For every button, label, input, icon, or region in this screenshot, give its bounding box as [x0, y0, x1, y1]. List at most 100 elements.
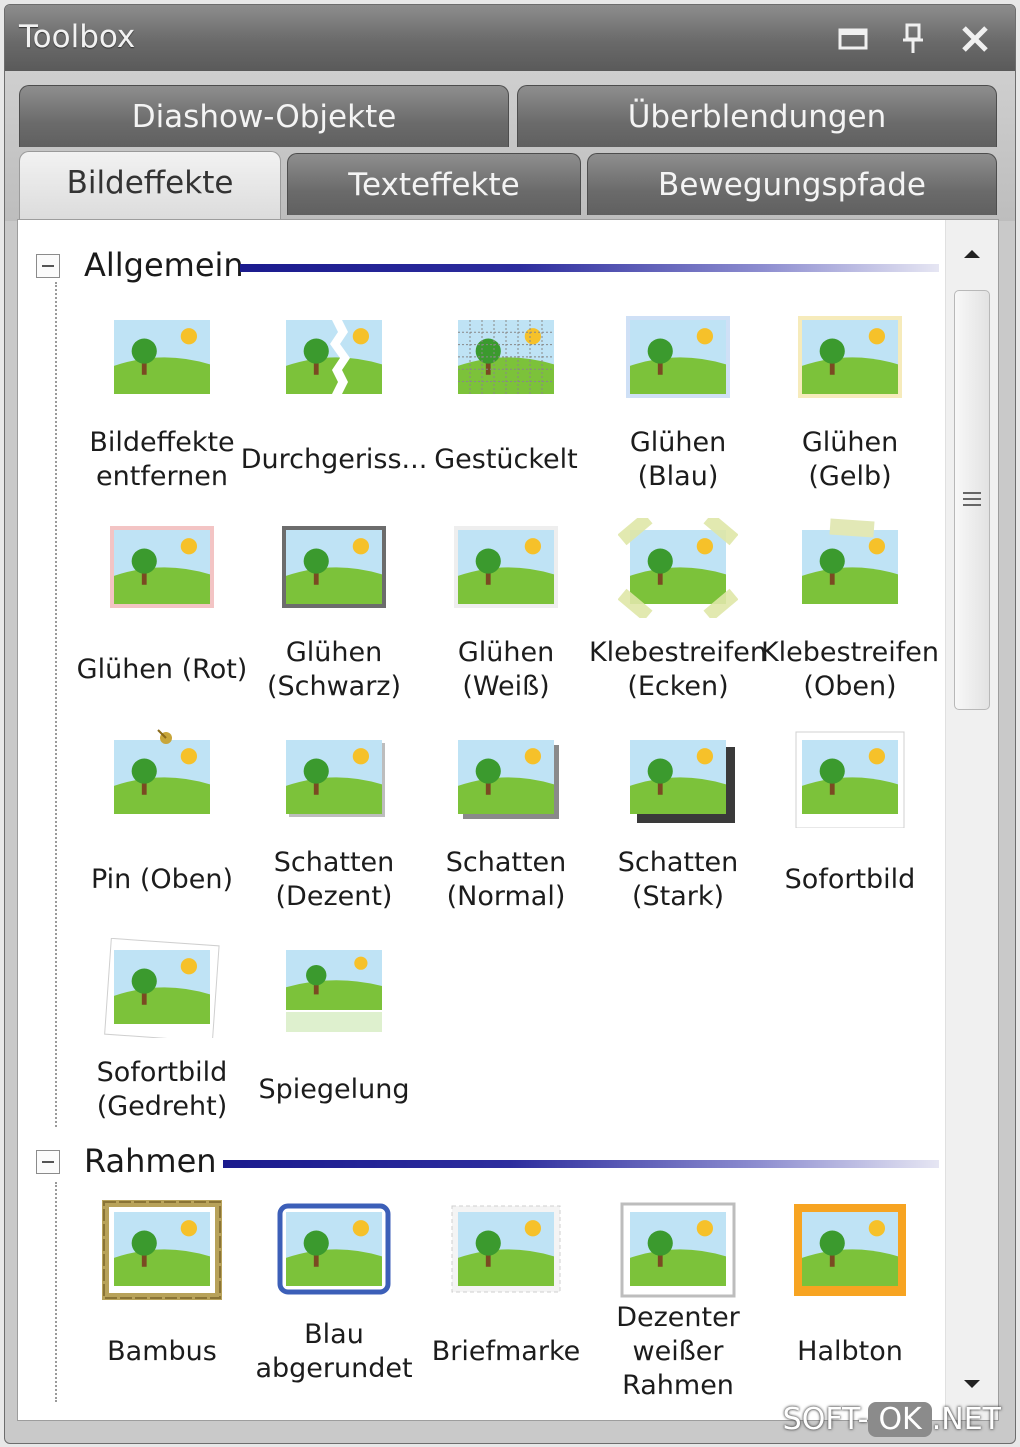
- section-header-allgemein[interactable]: Allgemein: [18, 242, 943, 292]
- scroll-down-arrow-icon[interactable]: [958, 1370, 986, 1398]
- scroll-up-arrow-icon[interactable]: [958, 240, 986, 268]
- frame-stamp-thumbnail-icon: [446, 1200, 566, 1300]
- effect-label: Glühen (Rot): [76, 654, 248, 685]
- reflection-thumbnail-icon: [274, 938, 394, 1038]
- window-title: Toolbox: [19, 19, 136, 55]
- polaroid-thumbnail-icon: [790, 728, 910, 828]
- effect-label: Dezenter weißer Rahmen: [616, 1302, 740, 1401]
- effect-item[interactable]: Sofortbild (Gedreht): [76, 938, 248, 1148]
- effect-item[interactable]: Bildeffekte entfernen: [76, 308, 248, 518]
- effect-label: Glühen (Schwarz): [266, 637, 402, 702]
- effect-item[interactable]: Glühen (Weiß): [420, 518, 592, 728]
- effect-label: Bildeffekte entfernen: [89, 427, 235, 492]
- frame-bamboo-thumbnail-icon: [102, 1200, 222, 1300]
- section-divider: [223, 1160, 939, 1168]
- effect-label: Klebestreifen (Ecken): [588, 637, 768, 702]
- tab-bewegungspfade[interactable]: Bewegungspfade: [587, 153, 997, 215]
- effect-item[interactable]: Schatten (Normal): [420, 728, 592, 938]
- tab-texteffekte[interactable]: Texteffekte: [287, 153, 581, 215]
- pin-thumbnail-icon: [102, 728, 222, 828]
- glow-black-thumbnail-icon: [274, 518, 394, 618]
- glow-white-thumbnail-icon: [446, 518, 566, 618]
- watermark-badge: OK: [868, 1402, 932, 1437]
- pushpin-icon: [895, 23, 931, 61]
- vertical-scrollbar[interactable]: [945, 220, 998, 1420]
- tab-ueberblendungen[interactable]: Überblendungen: [517, 85, 997, 147]
- watermark: SOFT- OK .NET: [783, 1402, 1001, 1437]
- effect-label: Gestückelt: [434, 444, 578, 475]
- effect-item[interactable]: Pin (Oben): [76, 728, 248, 938]
- watermark-text: .NET: [931, 1402, 1001, 1437]
- section-header-rahmen[interactable]: Rahmen: [18, 1138, 943, 1188]
- tape-top-thumbnail-icon: [790, 518, 910, 618]
- section-title: Allgemein: [84, 246, 244, 284]
- effect-item[interactable]: Klebestreifen (Oben): [761, 518, 939, 728]
- frame-blue-thumbnail-icon: [274, 1200, 394, 1300]
- none-thumbnail-icon: [102, 308, 222, 408]
- effect-item[interactable]: Spiegelung: [248, 938, 420, 1148]
- tab-diashow-objekte[interactable]: Diashow-Objekte: [19, 85, 509, 147]
- effect-item[interactable]: Schatten (Dezent): [248, 728, 420, 938]
- torn-thumbnail-icon: [274, 308, 394, 408]
- effect-item[interactable]: Glühen (Rot): [76, 518, 248, 728]
- shadow-light-thumbnail-icon: [274, 728, 394, 828]
- effect-item[interactable]: Gestückelt: [420, 308, 592, 518]
- effect-label: Bambus: [107, 1336, 217, 1367]
- effect-item[interactable]: Glühen (Gelb): [764, 308, 936, 518]
- effect-item[interactable]: Dezenter weißer Rahmen: [592, 1200, 764, 1410]
- effect-label: Blau abgerundet: [255, 1319, 413, 1384]
- effect-label: Schatten (Dezent): [273, 847, 395, 912]
- effect-label: Schatten (Stark): [617, 847, 739, 912]
- effect-item[interactable]: Halbton: [764, 1200, 936, 1410]
- effect-item[interactable]: Bambus: [76, 1200, 248, 1410]
- watermark-text: SOFT-: [782, 1402, 869, 1437]
- effect-label: Durchgeriss...: [240, 444, 428, 475]
- effect-label: Sofortbild (Gedreht): [96, 1057, 228, 1122]
- section-divider: [240, 264, 939, 272]
- tree-guide-line: [55, 1182, 57, 1402]
- shadow-normal-thumbnail-icon: [446, 728, 566, 828]
- tab-strip: Diashow-Objekte Überblendungen Bildeffek…: [5, 71, 1015, 221]
- effect-item[interactable]: Glühen (Schwarz): [248, 518, 420, 728]
- glow-yellow-thumbnail-icon: [790, 308, 910, 408]
- effect-label: Klebestreifen (Oben): [760, 637, 940, 702]
- close-button[interactable]: [957, 21, 993, 57]
- scrollbar-thumb[interactable]: [954, 290, 990, 710]
- effect-label: Glühen (Gelb): [801, 427, 899, 492]
- dock-button[interactable]: [835, 21, 871, 57]
- glow-red-thumbnail-icon: [102, 518, 222, 618]
- toolbox-window: Toolbox Diashow-Objekte Überblendungen B…: [4, 4, 1016, 1444]
- collapse-toggle[interactable]: [36, 1150, 60, 1174]
- tab-bildeffekte[interactable]: Bildeffekte: [19, 151, 281, 219]
- effect-item[interactable]: Klebestreifen (Ecken): [589, 518, 767, 728]
- effect-item[interactable]: Glühen (Blau): [592, 308, 764, 518]
- effect-label: Glühen (Blau): [629, 427, 727, 492]
- pin-button[interactable]: [895, 21, 931, 57]
- effect-item[interactable]: Briefmarke: [420, 1200, 592, 1410]
- effects-panel: Allgemein Bildeffekte entfernen Durchger…: [17, 219, 999, 1421]
- effect-label: Briefmarke: [431, 1336, 581, 1367]
- collapse-toggle[interactable]: [36, 254, 60, 278]
- grip-icon: [963, 487, 981, 511]
- pieces-thumbnail-icon: [446, 308, 566, 408]
- frame-white-thumbnail-icon: [618, 1200, 738, 1300]
- tape-corners-thumbnail-icon: [618, 518, 738, 618]
- effect-item[interactable]: Durchgeriss...: [241, 308, 427, 518]
- effect-label: Pin (Oben): [90, 864, 234, 895]
- tree-guide-line: [55, 282, 57, 1127]
- effect-item[interactable]: Sofortbild: [764, 728, 936, 938]
- effect-label: Sofortbild: [784, 864, 916, 895]
- window-icon: [835, 28, 871, 61]
- effect-label: Spiegelung: [258, 1074, 410, 1105]
- effect-item[interactable]: Schatten (Stark): [592, 728, 764, 938]
- glow-blue-thumbnail-icon: [618, 308, 738, 408]
- title-bar: Toolbox: [5, 5, 1015, 72]
- section-title: Rahmen: [84, 1142, 217, 1180]
- polaroid-rotated-thumbnail-icon: [102, 938, 222, 1038]
- effect-item[interactable]: Blau abgerundet: [248, 1200, 420, 1410]
- close-icon: [957, 26, 993, 61]
- frame-orange-thumbnail-icon: [790, 1200, 910, 1300]
- effect-label: Halbton: [797, 1336, 903, 1367]
- effect-label: Glühen (Weiß): [457, 637, 555, 702]
- shadow-strong-thumbnail-icon: [618, 728, 738, 828]
